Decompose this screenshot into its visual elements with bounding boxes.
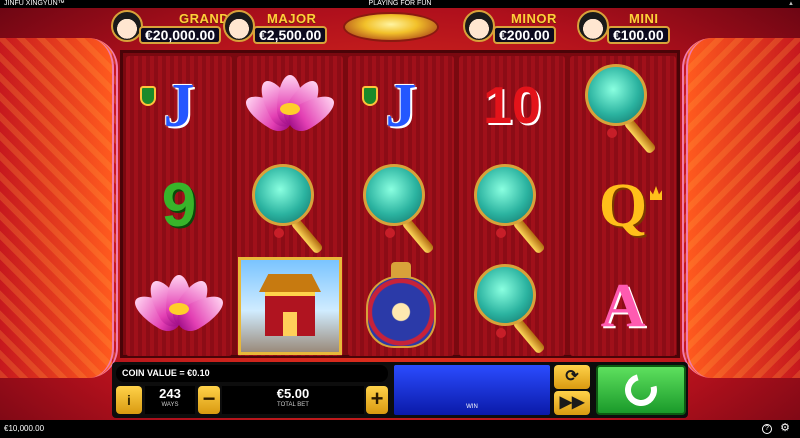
- reel-3: J: [348, 56, 454, 356]
- reel-4: 10: [459, 56, 565, 356]
- symbol-letter: 9: [161, 171, 197, 240]
- help-button[interactable]: ?: [762, 424, 772, 434]
- ways-value: 243: [159, 386, 181, 401]
- symbol-9: 9: [126, 156, 232, 256]
- turbo-button[interactable]: ▶▶: [554, 391, 590, 415]
- symbol-letter: 10: [483, 77, 541, 135]
- jackpot-name: MINI: [629, 11, 659, 26]
- total-bet-label: TOTAL BET: [277, 402, 309, 408]
- shield-icon: [140, 86, 156, 106]
- temple-icon: [238, 257, 342, 355]
- provider-logo: ▲: [788, 1, 794, 7]
- jade-fan-icon: [577, 60, 669, 155]
- vase-icon: [364, 262, 438, 350]
- jackpot-value: €200.00: [493, 26, 556, 44]
- symbol-lotus: [237, 56, 343, 156]
- jackpot-name: GRAND: [179, 11, 230, 26]
- win-display: WIN: [394, 365, 550, 415]
- fast-forward-icon: ▶▶: [559, 394, 585, 411]
- jackpot-value: €100.00: [607, 26, 670, 44]
- left-decor-panel: [0, 38, 118, 378]
- total-bet-display: €5.00 TOTAL BET: [222, 386, 364, 414]
- symbol-letter: J: [163, 72, 195, 140]
- jackpot-minor: MINOR €200.00: [463, 10, 575, 44]
- ways-label: WAYS: [161, 402, 179, 408]
- symbol-letter: A: [600, 272, 646, 340]
- reel-1: J9: [126, 56, 232, 356]
- symbol-letter: J: [385, 72, 417, 140]
- reel-5: QA: [570, 56, 676, 356]
- symbol-letter: Q: [598, 172, 648, 240]
- spin-button[interactable]: [596, 365, 686, 415]
- balance-display: €10,000.00: [4, 424, 45, 433]
- ways-display: 243 WAYS: [145, 386, 195, 414]
- child-face-icon: [463, 10, 495, 42]
- jade-fan-icon: [244, 160, 336, 255]
- reel-2: [237, 56, 343, 356]
- info-button[interactable]: i: [116, 386, 142, 414]
- child-face-icon: [223, 10, 255, 42]
- symbol-fan: [459, 156, 565, 256]
- symbol-j: J: [348, 56, 454, 156]
- symbol-fan: [570, 56, 676, 156]
- autoplay-button[interactable]: ⟳: [554, 365, 590, 389]
- child-face-icon: [577, 10, 609, 42]
- jackpot-mini: MINI €100.00: [577, 10, 687, 44]
- right-decor-panel: [682, 38, 800, 378]
- decrease-bet-button[interactable]: −: [198, 386, 220, 414]
- jackpot-major: MAJOR €2,500.00: [223, 10, 335, 44]
- coin-value-display[interactable]: COIN VALUE = €0.10: [116, 365, 388, 382]
- reel-area: J9 J 10 QA: [120, 50, 680, 358]
- jackpot-value: €2,500.00: [253, 26, 328, 44]
- crown-icon: [650, 186, 662, 200]
- symbol-q: Q: [570, 156, 676, 256]
- jade-fan-icon: [355, 160, 447, 255]
- play-mode-label: PLAYING FOR FUN: [368, 0, 432, 7]
- shield-icon: [362, 86, 378, 106]
- total-bet-value: €5.00: [276, 386, 310, 401]
- symbol-a: A: [570, 256, 676, 356]
- symbol-vase: [348, 256, 454, 356]
- status-bar: €10,000.00 ? ⚙: [0, 420, 800, 438]
- jackpot-value: €20,000.00: [139, 26, 222, 44]
- lotus-icon: [240, 71, 340, 141]
- jade-fan-icon: [466, 260, 558, 355]
- symbol-lotus: [126, 256, 232, 356]
- spin-icon: [619, 368, 663, 412]
- jackpot-name: MINOR: [511, 11, 557, 26]
- symbol-j: J: [126, 56, 232, 156]
- win-label: WIN: [466, 404, 478, 410]
- control-panel: COIN VALUE = €0.10 i 243 WAYS − €5.00 TO…: [112, 362, 688, 418]
- jackpot-bar: GRAND €20,000.00 MAJOR €2,500.00 MINOR €…: [85, 8, 715, 46]
- jackpot-grand: GRAND €20,000.00: [111, 10, 241, 44]
- lotus-icon: [129, 271, 229, 341]
- symbol-10: 10: [459, 56, 565, 156]
- treasure-bowl-icon: [343, 12, 439, 42]
- jade-fan-icon: [466, 160, 558, 255]
- symbol-fan: [348, 156, 454, 256]
- top-bar: JINFU XINGYUN™ PLAYING FOR FUN ▲: [0, 0, 800, 8]
- autoplay-icon: ⟳: [565, 368, 579, 385]
- symbol-fan: [459, 256, 565, 356]
- jackpot-name: MAJOR: [267, 11, 317, 26]
- symbol-fan: [237, 156, 343, 256]
- increase-bet-button[interactable]: +: [366, 386, 388, 414]
- symbol-temple: [237, 256, 343, 356]
- gear-icon[interactable]: ⚙: [780, 423, 790, 434]
